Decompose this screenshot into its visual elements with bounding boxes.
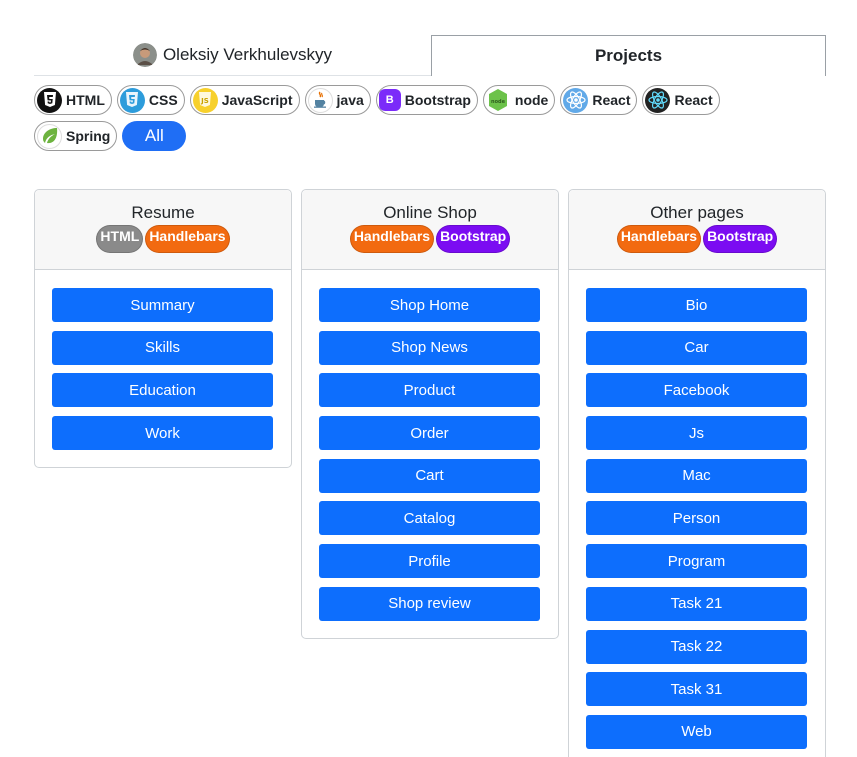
tech-badge-handlebars: Handlebars: [616, 225, 702, 253]
link-web[interactable]: Web: [586, 714, 807, 749]
link-program[interactable]: Program: [586, 544, 807, 579]
card-title: Resume: [131, 203, 195, 222]
tab-projects[interactable]: Projects: [431, 35, 826, 76]
link-car[interactable]: Car: [586, 330, 807, 365]
link-education[interactable]: Education: [52, 373, 273, 408]
card-header: Online Shop Handlebars Bootstrap: [302, 190, 558, 270]
tech-badge-handlebars: Handlebars: [145, 225, 230, 253]
link-bio[interactable]: Bio: [586, 288, 807, 322]
link-cart[interactable]: Cart: [319, 458, 540, 493]
filter-label: node: [514, 92, 549, 108]
spring-icon: [37, 123, 62, 149]
link-catalog[interactable]: Catalog: [319, 501, 540, 536]
javascript-icon: JS: [192, 87, 218, 113]
react-icon: [563, 87, 589, 113]
link-summary[interactable]: Summary: [52, 288, 273, 322]
link-shop-news[interactable]: Shop News: [319, 330, 540, 365]
all-filter-button[interactable]: All: [122, 121, 187, 151]
card-title: Online Shop: [383, 203, 477, 222]
filter-react-dark[interactable]: React: [642, 85, 720, 115]
projects-label: Projects: [594, 46, 663, 65]
card-header: Other pages Handlebars Bootstrap: [569, 190, 825, 270]
svg-text:JS: JS: [200, 97, 209, 105]
link-shop-review[interactable]: Shop review: [319, 586, 540, 621]
filter-label: JavaScript: [221, 92, 293, 108]
card-badges: Handlebars Bootstrap: [569, 225, 825, 253]
filter-label: HTML: [66, 92, 105, 108]
react-dark-icon: [645, 87, 671, 113]
filter-label: java: [336, 92, 364, 108]
filter-html[interactable]: HTML: [34, 85, 112, 115]
filter-label: Bootstrap: [404, 92, 471, 108]
tech-badge-bootstrap: Bootstrap: [703, 225, 778, 253]
tech-filter-bar: HTML CSS JS JavaScript java B Bootstrap …: [34, 85, 754, 151]
bootstrap-icon: B: [378, 89, 401, 111]
tech-badge-handlebars: Handlebars: [349, 225, 435, 253]
link-work[interactable]: Work: [52, 416, 273, 451]
filter-label: Spring: [66, 128, 111, 144]
link-order[interactable]: Order: [319, 416, 540, 451]
card-header: Resume HTML Handlebars: [35, 190, 291, 270]
link-skills[interactable]: Skills: [52, 330, 273, 365]
svg-text:node: node: [491, 99, 506, 105]
filter-spring[interactable]: Spring: [34, 121, 118, 151]
link-product[interactable]: Product: [319, 373, 540, 408]
profile-name: Oleksiy Verkhulevskyy: [162, 45, 333, 64]
card-links: Shop Home Shop News Product Order Cart C…: [302, 270, 558, 648]
link-mac[interactable]: Mac: [586, 458, 807, 493]
tab-bar: Oleksiy Verkhulevskyy Projects: [34, 35, 826, 76]
link-task-31[interactable]: Task 31: [586, 672, 807, 707]
filter-java[interactable]: java: [304, 85, 371, 115]
card-title: Other pages: [650, 203, 744, 222]
filter-css[interactable]: CSS: [116, 85, 185, 115]
card-badges: HTML Handlebars: [35, 225, 291, 253]
tab-profile[interactable]: Oleksiy Verkhulevskyy: [34, 35, 431, 76]
filter-label: React: [674, 92, 713, 108]
java-icon: [307, 87, 333, 113]
html5-icon: [37, 87, 62, 113]
project-card-online-shop: Online Shop Handlebars Bootstrap Shop Ho…: [301, 189, 559, 639]
link-js[interactable]: Js: [586, 416, 807, 451]
avatar: [132, 43, 157, 67]
filter-javascript[interactable]: JS JavaScript: [189, 85, 300, 115]
filter-bootstrap[interactable]: B Bootstrap: [375, 85, 478, 115]
link-task-22[interactable]: Task 22: [586, 629, 807, 664]
project-card-resume: Resume HTML Handlebars Summary Skills Ed…: [34, 189, 292, 468]
project-card-other-pages: Other pages Handlebars Bootstrap Bio Car…: [568, 189, 826, 757]
card-links: Bio Car Facebook Js Mac Person Program T…: [569, 270, 825, 757]
css3-icon: [119, 87, 145, 113]
link-facebook[interactable]: Facebook: [586, 373, 807, 408]
card-links: Summary Skills Education Work: [35, 270, 291, 477]
tech-badge-bootstrap: Bootstrap: [436, 225, 511, 253]
tech-badge-html: HTML: [96, 225, 144, 253]
link-task-21[interactable]: Task 21: [586, 586, 807, 621]
nodejs-icon: node: [486, 88, 511, 113]
filter-label: CSS: [148, 92, 178, 108]
link-shop-home[interactable]: Shop Home: [319, 288, 540, 322]
filter-node[interactable]: node node: [482, 85, 556, 115]
link-profile[interactable]: Profile: [319, 544, 540, 579]
card-badges: Handlebars Bootstrap: [302, 225, 558, 253]
link-person[interactable]: Person: [586, 501, 807, 536]
filter-react[interactable]: React: [560, 85, 638, 115]
filter-label: React: [592, 92, 631, 108]
